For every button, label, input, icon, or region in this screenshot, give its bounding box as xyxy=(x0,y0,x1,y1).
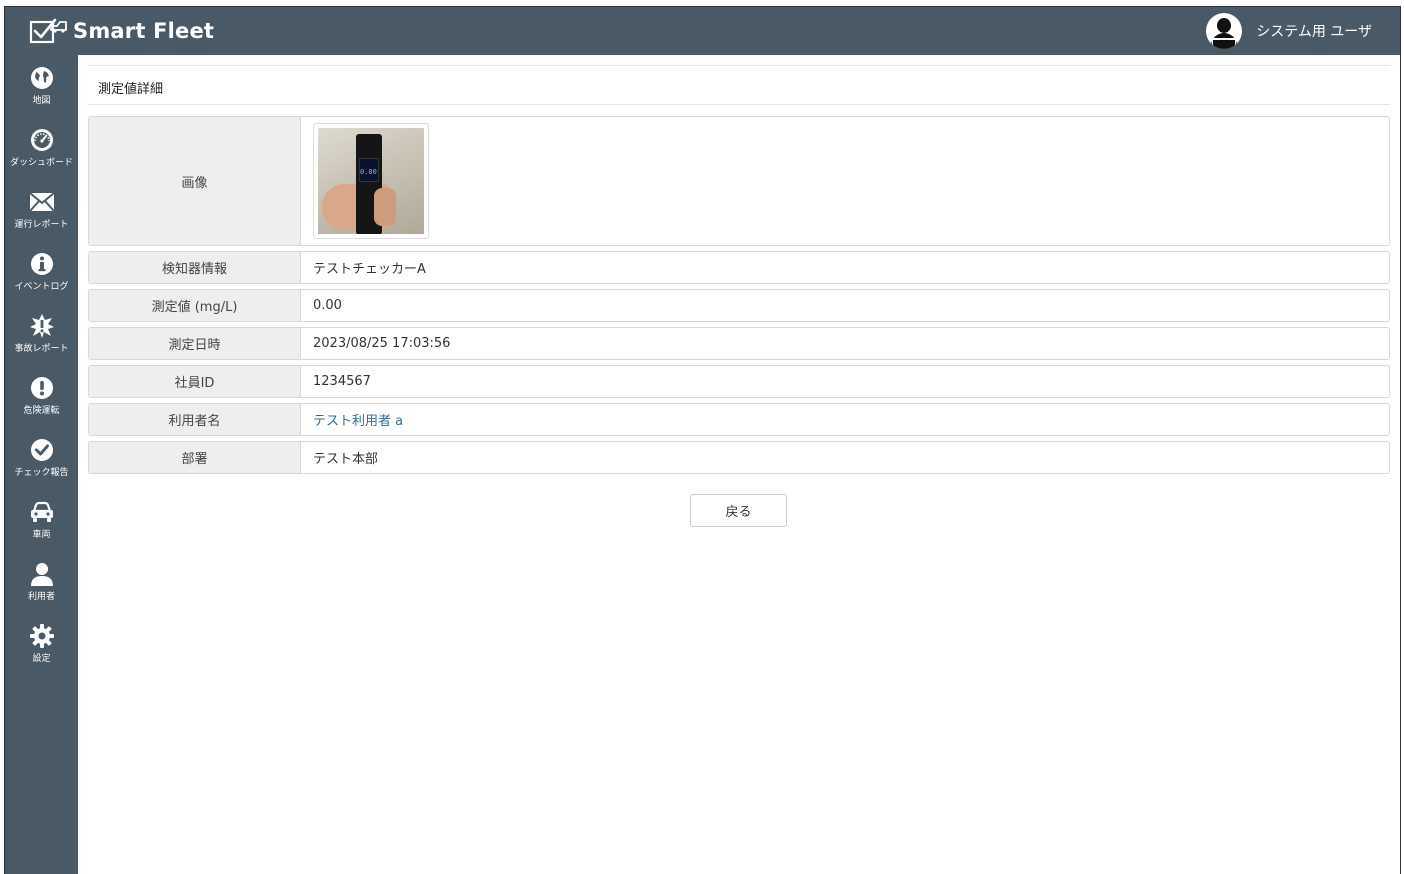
sidebar-item-label: 車両 xyxy=(32,530,51,540)
detail-row-image: 画像 0.00 xyxy=(88,116,1390,246)
row-label: 部署 xyxy=(89,442,301,473)
breathalyzer-photo: 0.00 xyxy=(318,128,424,234)
user-menu[interactable]: システム用 ユーザ xyxy=(1206,13,1372,49)
sidebar-item-trip-report[interactable]: 運行レポート xyxy=(5,189,78,245)
sidebar-item-users[interactable]: 利用者 xyxy=(5,561,78,617)
check-icon xyxy=(30,439,53,461)
car-icon xyxy=(30,501,53,522)
user-name-link[interactable]: テスト利用者 a xyxy=(313,410,403,429)
fleet-check-icon xyxy=(29,18,67,44)
exclamation-icon xyxy=(30,377,53,399)
sidebar-item-settings[interactable]: 設定 xyxy=(5,623,78,679)
detail-row-user-name: 利用者名 テスト利用者 a xyxy=(88,403,1390,436)
row-label: 検知器情報 xyxy=(89,252,301,283)
row-value: 1234567 xyxy=(313,374,371,389)
gear-icon xyxy=(29,624,54,648)
sidebar-item-label: 事故レポート xyxy=(14,344,69,354)
measurement-photo[interactable]: 0.00 xyxy=(313,123,429,239)
brand-name: Smart Fleet xyxy=(73,19,215,43)
detail-row-employee-id: 社員ID 1234567 xyxy=(88,365,1390,398)
brand-logo[interactable]: Smart Fleet xyxy=(29,15,214,47)
avatar xyxy=(1206,13,1243,49)
globe-icon xyxy=(30,67,53,89)
user-icon xyxy=(30,563,53,586)
row-value: テスト本部 xyxy=(313,452,379,467)
sidebar-item-label: 利用者 xyxy=(27,592,55,602)
sidebar-item-label: 運行レポート xyxy=(14,220,69,230)
back-button[interactable]: 戻る xyxy=(690,494,787,527)
detail-row-department: 部署 テスト本部 xyxy=(88,441,1390,474)
sidebar-item-map[interactable]: 地図 xyxy=(5,65,78,121)
info-icon xyxy=(30,253,53,275)
row-label: 利用者名 xyxy=(89,404,301,435)
page-header: 測定値詳細 xyxy=(88,65,1390,105)
row-label: 社員ID xyxy=(89,366,301,397)
photo-digits: 0.00 xyxy=(360,168,377,176)
row-value: テスト利用者 a xyxy=(313,404,1389,435)
row-value: 2023/08/25 17:03:56 xyxy=(313,336,451,351)
dashboard-icon xyxy=(30,129,53,151)
top-bar: Smart Fleet システム用 ユーザ xyxy=(5,7,1400,55)
envelope-icon xyxy=(28,192,55,212)
sidebar: 地図 ダッシュボード 運行レポート イベントログ 事故レポート 危険運転 チェッ… xyxy=(5,55,78,874)
user-name: システム用 ユーザ xyxy=(1256,24,1372,40)
row-label: 測定値 (mg/L) xyxy=(89,290,301,321)
detail-row-datetime: 測定日時 2023/08/25 17:03:56 xyxy=(88,327,1390,360)
row-value: テストチェッカーA xyxy=(313,262,426,277)
row-label: 画像 xyxy=(89,117,301,245)
sidebar-item-dashboard[interactable]: ダッシュボード xyxy=(5,127,78,183)
sidebar-item-label: イベントログ xyxy=(14,282,69,292)
accident-icon xyxy=(29,314,54,338)
app-frame: Smart Fleet システム用 ユーザ 地図 ダッシュボード 運行レポート … xyxy=(4,6,1401,874)
row-value: 0.00 xyxy=(313,298,342,313)
row-label: 測定日時 xyxy=(89,328,301,359)
sidebar-item-accident-report[interactable]: 事故レポート xyxy=(5,313,78,369)
detail-row-detector: 検知器情報 テストチェッカーA xyxy=(88,251,1390,284)
sidebar-item-label: 地図 xyxy=(32,96,51,106)
sidebar-item-label: チェック報告 xyxy=(14,468,69,478)
sidebar-item-label: 設定 xyxy=(32,654,51,664)
sidebar-item-event-log[interactable]: イベントログ xyxy=(5,251,78,307)
sidebar-item-label: ダッシュボード xyxy=(9,158,73,168)
sidebar-item-check-report[interactable]: チェック報告 xyxy=(5,437,78,493)
main-content: 測定値詳細 画像 0.00 検知器情報 テストチェッカーA 測定値 (mg/L) xyxy=(78,55,1400,874)
detail-row-measurement: 測定値 (mg/L) 0.00 xyxy=(88,289,1390,322)
sidebar-item-vehicles[interactable]: 車両 xyxy=(5,499,78,555)
page-title: 測定値詳細 xyxy=(98,82,164,97)
sidebar-item-label: 危険運転 xyxy=(23,406,60,416)
sidebar-item-dangerous-driving[interactable]: 危険運転 xyxy=(5,375,78,431)
